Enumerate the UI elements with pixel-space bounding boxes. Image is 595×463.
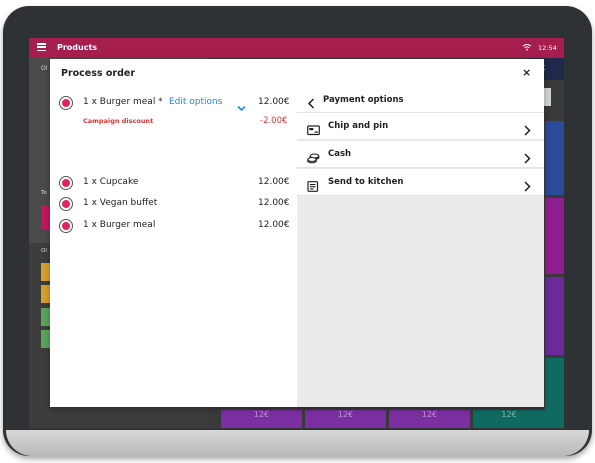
item-radio[interactable]	[59, 176, 73, 190]
bg-product-tile	[545, 121, 564, 195]
order-item-row[interactable]: 1 x Vegan buffet 12.00€	[59, 196, 290, 212]
payment-header: Payment options	[297, 87, 544, 113]
order-item-row[interactable]: 1 x Burger meal * Edit options 12.00€	[59, 95, 290, 112]
menu-icon[interactable]	[37, 43, 46, 52]
payment-option-label: Cash	[328, 149, 352, 159]
screen: Products 12:54 Ol To Ol ICK 12€ 12€ 12€ …	[29, 38, 564, 428]
receipt-icon	[307, 177, 319, 192]
order-item-row[interactable]: 1 x Burger meal 12.00€	[59, 218, 290, 234]
chevron-right-icon	[524, 121, 531, 136]
modal-header: Process order ×	[50, 59, 544, 87]
discount-label: Campaign discount	[83, 117, 154, 125]
chevron-right-icon	[524, 177, 531, 192]
close-button[interactable]: ×	[522, 67, 531, 78]
order-item-list: 1 x Burger meal * Edit options 12.00€	[50, 87, 297, 407]
item-label: 1 x Vegan buffet	[83, 198, 158, 208]
bg-product-tile: 12€	[305, 410, 386, 428]
card-reader-icon	[307, 121, 320, 136]
discount-price: -2.00€	[260, 116, 288, 126]
payment-title: Payment options	[323, 95, 404, 105]
edit-options-link[interactable]: Edit options	[169, 97, 222, 107]
payment-option-label: Send to kitchen	[328, 177, 404, 187]
wifi-icon	[522, 43, 532, 53]
process-order-modal: Process order × 1 x Burger meal * Edit o…	[50, 59, 544, 407]
bg-product-tile: 12€	[221, 410, 302, 428]
order-item-row[interactable]: 1 x Cupcake 12.00€	[59, 175, 290, 191]
bg-label: Ol	[41, 65, 48, 72]
payment-option-cash[interactable]: Cash	[297, 141, 544, 168]
coins-icon	[307, 149, 320, 164]
app-title: Products	[57, 43, 98, 52]
chevron-down-icon[interactable]	[237, 98, 246, 112]
clock: 12:54	[538, 44, 557, 52]
bg-product-tile	[545, 198, 564, 274]
payment-option-chip-and-pin[interactable]: Chip and pin	[297, 113, 544, 140]
item-price: 12.00€	[258, 220, 290, 230]
bg-label: Ol	[41, 248, 47, 254]
payment-option-label: Chip and pin	[328, 121, 389, 131]
payment-options-panel: Payment options Chip and pin Cash Send t…	[297, 87, 544, 407]
bg-product-tile: 12€	[473, 410, 545, 428]
item-label: 1 x Cupcake	[83, 177, 139, 187]
item-label: 1 x Burger meal	[83, 220, 156, 230]
item-price: 12.00€	[258, 97, 290, 107]
item-radio[interactable]	[59, 197, 73, 211]
bg-product-tile	[545, 358, 564, 428]
chevron-left-icon[interactable]	[307, 94, 315, 109]
item-label: 1 x Burger meal *	[83, 97, 163, 107]
bg-product-tile: 12€	[389, 410, 470, 428]
bg-button	[543, 88, 551, 106]
chevron-right-icon	[524, 149, 531, 164]
item-radio[interactable]	[59, 219, 73, 233]
item-price: 12.00€	[258, 177, 290, 187]
modal-title: Process order	[61, 68, 136, 79]
item-radio[interactable]	[59, 96, 73, 110]
bg-product-tile	[545, 277, 564, 355]
app-topbar: Products 12:54	[29, 38, 564, 58]
payment-option-send-to-kitchen[interactable]: Send to kitchen	[297, 169, 544, 196]
item-price: 12.00€	[258, 198, 290, 208]
bg-label: To	[41, 190, 47, 196]
